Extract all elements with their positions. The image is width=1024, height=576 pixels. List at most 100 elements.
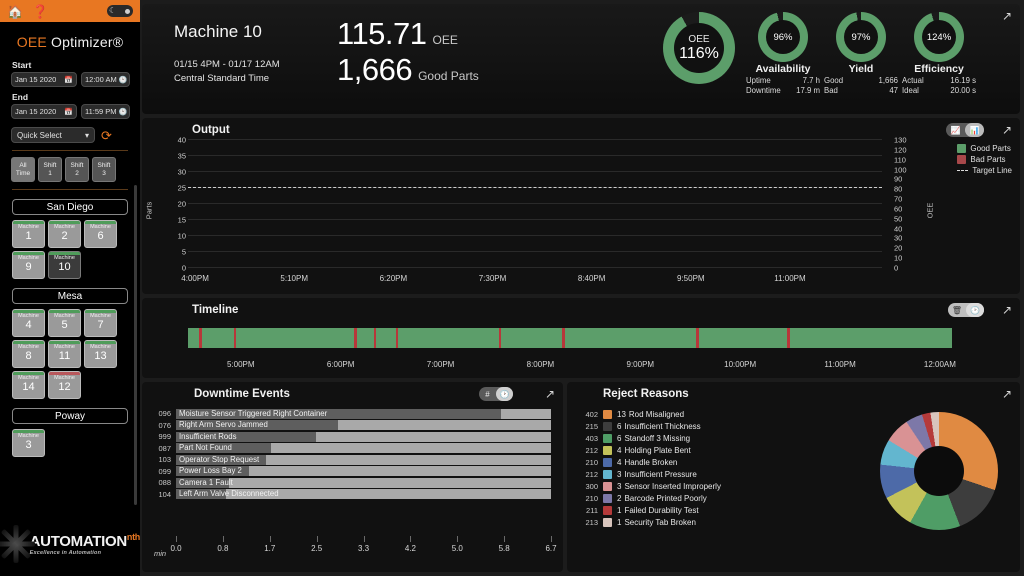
x-tick: 6:20PM	[380, 274, 408, 283]
reject-code: 402	[579, 410, 603, 419]
machine-button-6[interactable]: Machine6	[84, 220, 117, 248]
table-row[interactable]: 103Operator Stop Request	[154, 454, 551, 466]
page-title: Machine 10	[174, 22, 337, 42]
trash-icon[interactable]: 🗑	[948, 303, 966, 317]
timeline-segment-run[interactable]	[565, 328, 696, 348]
line-chart-icon[interactable]: 📈	[946, 123, 965, 137]
machine-button-8[interactable]: Machine8	[12, 340, 45, 368]
table-row[interactable]: 087Part Not Found	[154, 443, 551, 455]
quick-select-dropdown[interactable]: Quick Select ▾	[11, 127, 95, 143]
reject-title: Reject Reasons	[603, 388, 689, 400]
logo-star-icon	[0, 523, 34, 565]
clock-icon[interactable]: 🕑	[966, 303, 984, 317]
timeline-segment-empty[interactable]	[952, 328, 1000, 348]
table-row[interactable]: 088Camera 1 Fault	[154, 477, 551, 489]
machine-button-4[interactable]: Machine4	[12, 309, 45, 337]
table-row[interactable]: 099Power Loss Bay 2	[154, 466, 551, 478]
timeline-tick: 8:00PM	[527, 360, 555, 369]
list-item[interactable]: 2124Holding Plate Bent	[579, 444, 721, 456]
theme-toggle[interactable]: ☾	[107, 5, 133, 17]
timeline-view-toggle[interactable]: 🗑 🕑	[948, 303, 984, 317]
output-panel: Output 📈 📊 ↗ 0510152025303540 Parts 0102…	[142, 118, 1020, 294]
timeline-segment-run[interactable]	[236, 328, 354, 348]
machine-button-1[interactable]: Machine1	[12, 220, 45, 248]
home-icon[interactable]: 🏠	[7, 5, 23, 18]
axis-tick	[270, 536, 271, 542]
timeline-segment-run[interactable]	[501, 328, 562, 348]
timeline-segment-run[interactable]	[699, 328, 786, 348]
table-row[interactable]: 999Insufficient Rods	[154, 431, 551, 443]
machine-button-7[interactable]: Machine7	[84, 309, 117, 337]
table-row[interactable]: 076Right Arm Servo Jammed	[154, 420, 551, 432]
gauge-stat-value: 20.00 s	[950, 86, 976, 96]
reject-label: Barcode Printed Poorly	[624, 494, 706, 503]
hash-icon[interactable]: #	[479, 387, 496, 401]
list-item[interactable]: 4036Standoff 3 Missing	[579, 432, 721, 444]
output-title: Output	[192, 124, 230, 136]
timeline-segment-run[interactable]	[376, 328, 396, 348]
timeline-segment-run[interactable]	[398, 328, 498, 348]
sidebar-scrollbar[interactable]	[134, 185, 137, 505]
refresh-icon[interactable]: ⟳	[101, 129, 112, 142]
machine-button-14[interactable]: Machine14	[12, 371, 45, 399]
list-item[interactable]: 2131Security Tab Broken	[579, 516, 721, 528]
reject-swatch	[603, 422, 612, 431]
expand-icon[interactable]: ↗	[545, 388, 555, 400]
machine-button-13[interactable]: Machine13	[84, 340, 117, 368]
start-time-input[interactable]: 12:00 AM 🕑	[81, 72, 130, 87]
list-item[interactable]: 2156Insufficient Thickness	[579, 420, 721, 432]
expand-icon[interactable]: ↗	[1002, 304, 1012, 316]
list-item[interactable]: 3003Sensor Inserted Improperly	[579, 480, 721, 492]
shift-button-3[interactable]: Shift3	[92, 157, 116, 182]
machine-button-5[interactable]: Machine5	[48, 309, 81, 337]
site-header-mesa[interactable]: Mesa	[12, 288, 128, 304]
machine-number: 7	[97, 320, 103, 332]
expand-icon[interactable]: ↗	[1002, 388, 1012, 400]
machine-button-3[interactable]: Machine3	[12, 429, 45, 457]
list-item[interactable]: 40213Rod Misaligned	[579, 408, 721, 420]
list-item[interactable]: 2104Handle Broken	[579, 456, 721, 468]
output-chart-type-toggle[interactable]: 📈 📊	[946, 123, 984, 137]
end-time-input[interactable]: 11:59 PM 🕑	[81, 104, 130, 119]
timeline-segment-run[interactable]	[790, 328, 952, 348]
machine-button-2[interactable]: Machine2	[48, 220, 81, 248]
downtime-code: 096	[154, 409, 176, 418]
list-item[interactable]: 2123Insufficient Pressure	[579, 468, 721, 480]
timeline-segment-run[interactable]	[202, 328, 235, 348]
y2-tick: 40	[894, 224, 902, 233]
shift-button-2[interactable]: Shift2	[65, 157, 89, 182]
machine-button-10[interactable]: Machine10	[48, 251, 81, 279]
bar-chart-icon[interactable]: 📊	[965, 123, 984, 137]
table-row[interactable]: 104Left Arm Valve Disconnected	[154, 489, 551, 501]
sidebar: 🏠 ❓ ☾ OEE Optimizer® Start Jan 15 2020 📅…	[0, 0, 140, 576]
end-date-input[interactable]: Jan 15 2020 📅	[11, 104, 77, 119]
clock-icon[interactable]: 🕑	[496, 387, 513, 401]
machine-grid-2: Machine3	[0, 429, 140, 457]
machine-button-9[interactable]: Machine9	[12, 251, 45, 279]
table-row[interactable]: 096Moisture Sensor Triggered Right Conta…	[154, 408, 551, 420]
gauge-stat-value: 17.9 m	[796, 86, 820, 96]
site-header-poway[interactable]: Poway	[12, 408, 128, 424]
timeline-segment-run[interactable]	[188, 328, 199, 348]
machine-button-12[interactable]: Machine12	[48, 371, 81, 399]
gauge-stats: Actual16.19 sIdeal20.00 s	[902, 76, 976, 95]
expand-icon[interactable]: ↗	[1002, 10, 1012, 22]
shift-button-0[interactable]: AllTime	[11, 157, 35, 182]
downtime-bar-track: Left Arm Valve Disconnected	[176, 489, 551, 499]
timeline-track[interactable]	[188, 328, 1000, 348]
expand-icon[interactable]: ↗	[1002, 124, 1012, 136]
start-date-input[interactable]: Jan 15 2020 📅	[11, 72, 77, 87]
machine-button-11[interactable]: Machine11	[48, 340, 81, 368]
y-tick: 5	[182, 248, 186, 257]
site-header-san-diego[interactable]: San Diego	[12, 199, 128, 215]
y2-tick: 110	[894, 155, 906, 164]
reject-count: 3	[617, 482, 621, 491]
downtime-bar-track: Insufficient Rods	[176, 432, 551, 442]
timeline-segment-run[interactable]	[357, 328, 374, 348]
axis-tick	[223, 536, 224, 542]
shift-button-1[interactable]: Shift1	[38, 157, 62, 182]
help-icon[interactable]: ❓	[32, 5, 48, 18]
list-item[interactable]: 2111Failed Durability Test	[579, 504, 721, 516]
downtime-metric-toggle[interactable]: # 🕑	[479, 387, 513, 401]
list-item[interactable]: 2102Barcode Printed Poorly	[579, 492, 721, 504]
